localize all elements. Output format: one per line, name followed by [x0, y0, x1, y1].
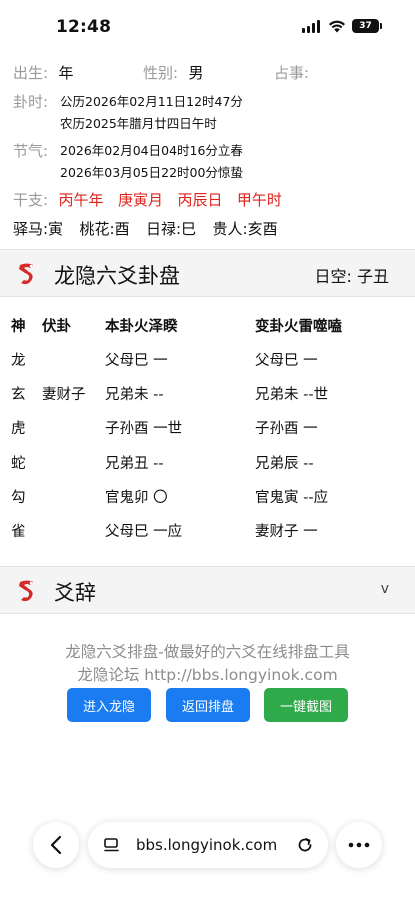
header-shen: 神	[11, 319, 26, 335]
yima: 驿马:寅	[13, 220, 64, 238]
rilu: 日禄:巳	[146, 220, 197, 238]
row-ben: 兄弟丑 --	[105, 456, 164, 472]
url-text: bbs.longyinok.com	[136, 836, 278, 854]
gender-row: 性别: 男	[143, 62, 204, 83]
row-ben: 子孙酉 一世	[105, 421, 183, 437]
row-bian: 官鬼寅 --应	[255, 490, 329, 506]
screenshot-button[interactable]: 一键截图	[264, 688, 348, 722]
gua-time-lunar: 农历2025年腊月廿四日午时	[60, 116, 217, 131]
gua-panel-title: 龙隐六爻卦盘	[54, 264, 180, 288]
dragon-logo-icon	[19, 263, 33, 285]
cellular-signal-icon	[302, 19, 320, 33]
status-icons: 37	[302, 19, 382, 33]
more-dots-icon	[348, 842, 370, 848]
gua-time-row: 卦时:	[13, 91, 48, 112]
row-bian: 兄弟辰 --	[255, 456, 314, 472]
row-bian: 妻财子 一	[255, 524, 318, 540]
chevron-left-icon	[50, 835, 62, 855]
gua-panel-header: 龙隐六爻卦盘 日空: 子丑	[0, 249, 415, 297]
header-fu: 伏卦	[42, 319, 71, 335]
row-bian: 子孙酉 一	[255, 421, 318, 437]
birth-row: 出生: 年	[13, 62, 74, 83]
rikong: 日空: 子丑	[314, 267, 389, 286]
ganzhi-row: 干支: 丙午年 庚寅月 丙辰日 甲午时	[13, 189, 282, 210]
ganzhi-month: 庚寅月	[117, 191, 163, 209]
header-ben: 本卦火泽睽	[105, 319, 178, 335]
birth-value: 年	[58, 64, 74, 82]
yaoci-panel-header[interactable]: 爻辞 v	[0, 566, 415, 614]
divination-label: 占事:	[274, 64, 310, 82]
header-bian: 变卦火雷噬嗑	[255, 319, 342, 335]
ganzhi-year: 丙午年	[58, 191, 104, 209]
status-bar: 12:48 37	[0, 0, 415, 50]
gua-time-label: 卦时:	[13, 93, 49, 111]
footer-forum-link[interactable]: 龙隐论坛 http://bbs.longyinok.com	[0, 663, 415, 685]
enter-longyin-button[interactable]: 进入龙隐	[67, 688, 151, 722]
battery-icon: 37	[352, 19, 382, 33]
gua-time-values: 公历2026年02月11日12时47分 农历2025年腊月廿四日午时	[60, 91, 243, 135]
solar-term-row: 节气:	[13, 140, 48, 161]
ganzhi-hour: 甲午时	[236, 191, 282, 209]
row-bian: 父母巳 一	[255, 353, 318, 369]
solar-term-values: 2026年02月04日04时16分立春 2026年03月05日22时00分惊蛰	[60, 140, 243, 184]
battery-level: 37	[359, 21, 372, 31]
birth-label: 出生:	[13, 64, 49, 82]
page-menu-icon[interactable]	[104, 838, 120, 852]
solar-term-2: 2026年03月05日22时00分惊蛰	[60, 165, 243, 180]
chevron-down-icon[interactable]: v	[381, 581, 389, 597]
dragon-logo-icon	[19, 580, 33, 602]
back-button[interactable]	[33, 822, 79, 868]
footer-slogan: 龙隐六爻排盘-做最好的六爻在线排盘工具	[65, 643, 350, 661]
row-shen: 龙	[11, 353, 26, 369]
row-shen: 虎	[11, 421, 26, 437]
more-button[interactable]	[336, 822, 382, 868]
row-ben: 兄弟未 --	[105, 387, 164, 403]
row-bian: 兄弟未 --世	[255, 387, 329, 403]
ganzhi-day: 丙辰日	[177, 191, 223, 209]
gender-value: 男	[188, 64, 204, 82]
ganzhi-label: 干支:	[13, 191, 49, 209]
status-time: 12:48	[56, 17, 112, 37]
row-shen: 蛇	[11, 456, 26, 472]
row-ben: 父母巳 一应	[105, 524, 183, 540]
back-to-chart-button[interactable]: 返回排盘	[166, 688, 250, 722]
solar-term-label: 节气:	[13, 142, 49, 160]
yaoci-panel-title: 爻辞	[54, 581, 96, 605]
row-ben: 官鬼卯 〇	[105, 490, 168, 506]
row-ben: 父母巳 一	[105, 353, 168, 369]
solar-term-1: 2026年02月04日04时16分立春	[60, 143, 243, 158]
wifi-icon	[329, 20, 345, 32]
row-shen: 雀	[11, 524, 26, 540]
shensha-row: 驿马:寅 桃花:酉 日禄:巳 贵人:亥酉	[13, 218, 278, 239]
divination-row: 占事:	[274, 62, 309, 83]
reload-icon[interactable]	[296, 836, 314, 854]
row-fu: 妻财子	[42, 387, 86, 403]
taohua: 桃花:酉	[79, 220, 130, 238]
row-shen: 玄	[11, 387, 26, 403]
row-shen: 勾	[11, 490, 26, 506]
gender-label: 性别:	[143, 64, 179, 82]
guiren: 贵人:亥酉	[212, 220, 278, 238]
gua-time-solar: 公历2026年02月11日12时47分	[60, 94, 243, 109]
address-bar[interactable]: bbs.longyinok.com	[88, 822, 328, 868]
